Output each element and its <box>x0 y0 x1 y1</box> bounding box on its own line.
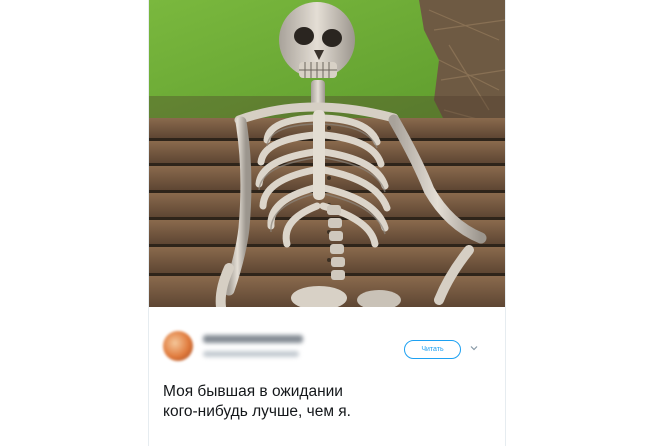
tweet-text-line-2: кого-нибудь лучше, чем я. <box>163 403 351 420</box>
tweet-card: Читать Моя бывшая в ожидании кого-нибудь… <box>148 0 506 446</box>
chevron-down-icon[interactable] <box>469 343 479 353</box>
tweet-photo[interactable] <box>149 0 505 307</box>
tweet-text: Моя бывшая в ожидании кого-нибудь лучше,… <box>163 382 493 422</box>
avatar[interactable] <box>163 331 193 361</box>
chevron-down-icon-glyph <box>470 346 478 351</box>
skeleton-bench-image <box>149 0 505 307</box>
follow-button[interactable]: Читать <box>404 340 461 359</box>
author-handle-blurred[interactable] <box>203 351 299 357</box>
author-name-blurred[interactable] <box>203 335 303 343</box>
tweet-header: Читать <box>149 307 505 373</box>
tweet-text-line-1: Моя бывшая в ожидании <box>163 383 343 400</box>
